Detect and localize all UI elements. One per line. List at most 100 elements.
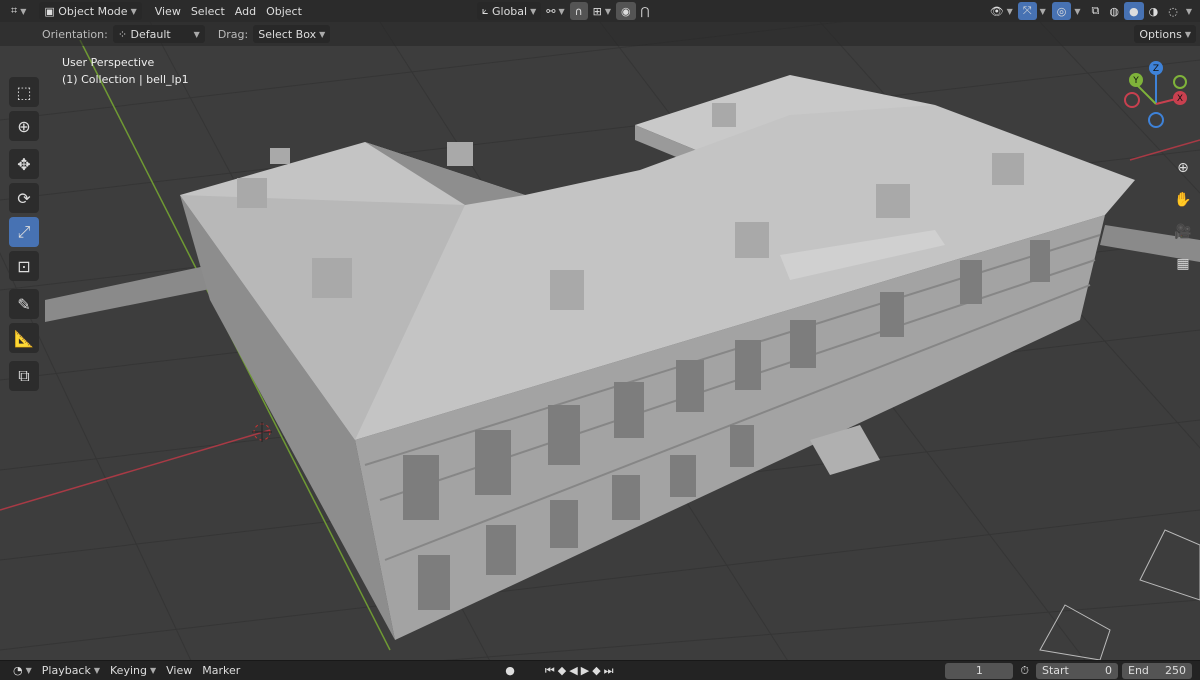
end-value: 250	[1165, 664, 1186, 677]
transform-icon: ⊡	[17, 256, 31, 276]
menu-playback[interactable]: Playback ▼	[37, 662, 105, 680]
menu-view[interactable]: View	[150, 2, 186, 20]
navigation-gizmo[interactable]: Z Y X	[1118, 60, 1194, 132]
add-cube-tool[interactable]: ⧉	[9, 361, 39, 391]
selectability-dropdown[interactable]: 👁 ▼	[985, 2, 1018, 20]
overlays-toggle[interactable]: ◎	[1051, 2, 1072, 20]
tool-header: Orientation: ⁘ Default ▼ Drag: Select Box…	[0, 22, 1200, 46]
scale-tool[interactable]: ⤢	[9, 217, 39, 247]
annotate-icon: ✎	[17, 294, 31, 314]
keying-label: Keying	[110, 664, 147, 677]
rendered-sphere-icon: ◌	[1168, 4, 1178, 18]
snap-target-dropdown[interactable]: ⊞ ▼	[588, 2, 616, 20]
playback-controls: ⏮ ◆ ◀ ▶ ◆ ⏭	[540, 662, 622, 680]
orientation-global-label: Global	[491, 4, 528, 18]
eye-cursor-icon: 👁	[989, 4, 1004, 18]
annotate-tool[interactable]: ✎	[9, 289, 39, 319]
jump-start-icon[interactable]: ⏮	[545, 664, 558, 678]
scene-render	[0, 0, 1200, 680]
scale-icon: ⤢	[17, 222, 31, 241]
move-tool[interactable]: ✥	[9, 149, 39, 179]
overlays-icon: ◎	[1056, 4, 1067, 18]
orientation-value: Default	[130, 27, 171, 41]
rotate-tool[interactable]: ⟳	[9, 183, 39, 213]
shading-wireframe[interactable]: ◍	[1104, 2, 1124, 20]
solid-sphere-icon: ●	[1129, 4, 1139, 18]
pivot-dropdown[interactable]: ⚯ ▼	[541, 2, 569, 20]
orientation-dropdown[interactable]: ⁘ Default ▼	[112, 25, 205, 43]
object-mode-icon: ▣	[44, 4, 55, 18]
pan-button[interactable]: ✋	[1170, 187, 1196, 213]
viewport-header: ⌗ ▼ ▣ Object Mode ▼ View Select Add Object…	[0, 0, 1200, 22]
menu-keying[interactable]: Keying ▼	[105, 662, 161, 680]
start-label: Start	[1042, 664, 1069, 677]
grid-icon: ▦	[1176, 256, 1190, 272]
drag-value: Select Box	[258, 27, 317, 41]
clock-icon: ◔	[13, 664, 23, 677]
play-reverse-icon[interactable]: ◀	[569, 664, 580, 677]
orientation-label: Orientation:	[42, 27, 108, 41]
select-box-tool[interactable]: ⬚	[9, 77, 39, 107]
menu-marker[interactable]: Marker	[197, 662, 245, 680]
fence-objects	[1039, 529, 1200, 661]
cursor-icon: ⊕	[17, 116, 31, 136]
3d-viewport[interactable]: User Perspective (1) Collection | bell_l…	[0, 0, 1200, 680]
menu-object[interactable]: Object	[261, 2, 307, 20]
cursor-tool[interactable]: ⊕	[9, 111, 39, 141]
playback-label: Playback	[41, 664, 91, 677]
view-perspective-label: User Perspective	[62, 56, 155, 69]
measure-tool[interactable]: 📐	[9, 323, 39, 353]
gizmo-icon: ⤧	[1022, 4, 1032, 17]
options-label: Options	[1139, 27, 1182, 41]
record-icon: ●	[505, 664, 515, 677]
proportional-icon: ◉	[621, 4, 631, 18]
snap-toggle[interactable]: ∩	[569, 2, 588, 20]
left-wall	[45, 265, 215, 322]
start-frame-field[interactable]: Start 0	[1036, 662, 1118, 679]
toolbar: ⬚ ⊕ ✥ ⟳ ⤢ ⊡ ✎ 📐 ⧉	[9, 77, 39, 391]
transform-tool[interactable]: ⊡	[9, 251, 39, 281]
z-label: Z	[1153, 64, 1159, 74]
menu-add[interactable]: Add	[230, 2, 261, 20]
gizmo-toggle[interactable]: ⤧	[1017, 2, 1037, 20]
drag-label: Drag:	[217, 27, 249, 41]
navigation-buttons: ⊕ ✋ 🎥 ▦	[1170, 155, 1196, 277]
falloff-dropdown[interactable]: ⋂	[636, 2, 655, 20]
current-frame-field[interactable]: 1	[945, 662, 1014, 679]
editor-type-button[interactable]: ⌗ ▼	[6, 2, 31, 20]
jump-end-icon[interactable]: ⏭	[604, 664, 617, 678]
select-box-icon: ⬚	[16, 82, 32, 102]
shading-material[interactable]: ◑	[1144, 2, 1164, 20]
prev-keyframe-icon[interactable]: ◆	[558, 664, 569, 677]
shading-solid[interactable]: ●	[1124, 2, 1144, 20]
menu-select[interactable]: Select	[186, 2, 230, 20]
auto-keying-toggle[interactable]: ●	[500, 662, 520, 680]
mode-dropdown[interactable]: ▣ Object Mode ▼	[39, 2, 142, 20]
falloff-curve-icon: ⋂	[640, 4, 650, 18]
timeline-editor-button[interactable]: ◔ ▼	[8, 662, 37, 680]
menu-view[interactable]: View	[161, 662, 197, 680]
end-frame-field[interactable]: End 250	[1122, 662, 1192, 679]
options-dropdown[interactable]: Options ▼	[1134, 25, 1196, 43]
next-keyframe-icon[interactable]: ◆	[592, 664, 603, 677]
ortho-toggle-button[interactable]: ▦	[1170, 251, 1196, 277]
transform-orientation-dropdown[interactable]: ⟀ Global ▼	[476, 2, 542, 20]
shading-rendered[interactable]: ◌	[1163, 2, 1183, 20]
y-label: Y	[1132, 76, 1139, 86]
proportional-edit-toggle[interactable]: ◉	[616, 2, 636, 20]
camera-view-button[interactable]: 🎥	[1170, 219, 1196, 245]
zoom-button[interactable]: ⊕	[1170, 155, 1196, 181]
start-value: 0	[1105, 664, 1112, 677]
collection-label: (1) Collection | bell_lp1	[62, 73, 189, 86]
preview-range-toggle[interactable]: ⏱	[1015, 662, 1034, 680]
drag-dropdown[interactable]: Select Box ▼	[253, 25, 331, 43]
measure-icon: 📐	[14, 328, 34, 348]
orientation-icon: ⟀	[481, 4, 489, 17]
play-icon[interactable]: ▶	[581, 664, 592, 677]
mode-label: Object Mode	[58, 4, 128, 18]
timeline-header: ◔ ▼ Playback ▼ Keying ▼ View Marker ● ⏮ ◆ ◀ ▶ ◆…	[0, 660, 1200, 680]
x-axis-line	[0, 429, 271, 511]
wireframe-sphere-icon: ◍	[1109, 4, 1120, 18]
building	[180, 75, 1135, 640]
xray-toggle[interactable]: ⧉	[1087, 2, 1105, 20]
